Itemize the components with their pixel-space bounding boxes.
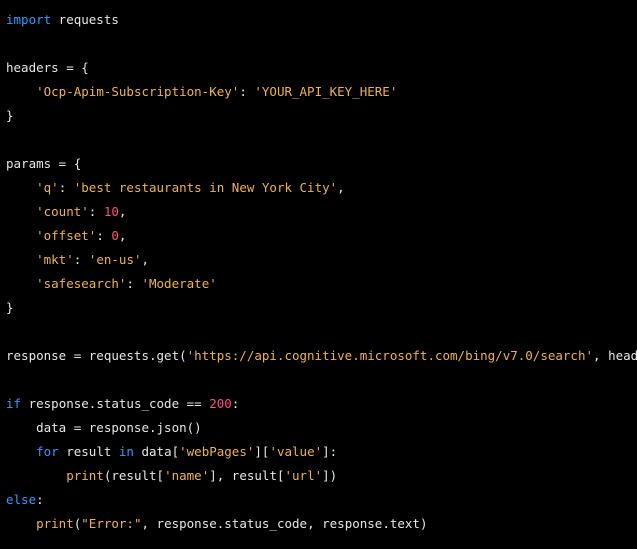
code-token-plain: (result[ xyxy=(103,468,165,483)
code-token-string: 'value' xyxy=(269,444,323,459)
code-line: } xyxy=(6,104,637,128)
code-token-plain: , xyxy=(141,252,150,267)
code-token-string: 'name' xyxy=(164,468,210,483)
code-line: for result in data['webPages']['value']: xyxy=(6,440,637,464)
code-token-plain: requests xyxy=(51,12,119,27)
code-token-string: "Error:" xyxy=(81,516,142,531)
code-token-plain: : xyxy=(58,180,74,195)
code-token-string: 'https://api.cognitive.microsoft.com/bin… xyxy=(186,348,594,363)
code-token-plain: : xyxy=(231,396,240,411)
code-token-plain: , xyxy=(118,228,127,243)
code-token-string: 'q' xyxy=(36,180,59,195)
code-line: import requests xyxy=(6,8,637,32)
code-token-plain: : xyxy=(88,204,104,219)
code-token-keyword: else xyxy=(6,492,37,507)
code-token-plain: : xyxy=(73,252,89,267)
code-line: else: xyxy=(6,488,637,512)
code-token-plain: , xyxy=(118,204,127,219)
code-token-string: 'mkt' xyxy=(36,252,74,267)
code-token-plain: result xyxy=(58,444,119,459)
code-token-string: 'count' xyxy=(36,204,89,219)
code-token-keyword: in xyxy=(118,444,134,459)
code-line: params = { xyxy=(6,152,637,176)
code-token-string: 'url' xyxy=(284,468,323,483)
code-token-plain: , response.status_code, response.text) xyxy=(141,516,428,531)
code-token-string: 'webPages' xyxy=(179,444,255,459)
code-token-number: 200 xyxy=(209,396,232,411)
code-line: response = requests.get('https://api.cog… xyxy=(6,344,637,368)
code-token-keyword: if xyxy=(6,396,22,411)
code-token-builtin: print xyxy=(36,516,74,531)
code-token-plain: params = { xyxy=(6,156,82,171)
code-token-plain: ]) xyxy=(322,468,338,483)
code-lines: import requests headers = { 'Ocp-Apim-Sub… xyxy=(6,8,637,536)
code-token-plain: , xyxy=(337,180,345,195)
code-line: headers = { xyxy=(6,56,637,80)
code-token-plain: response = requests.get( xyxy=(6,348,187,363)
code-token-plain: data = response.json() xyxy=(6,420,202,435)
code-line: print("Error:", response.status_code, re… xyxy=(6,512,637,536)
code-token-string: 'offset' xyxy=(36,228,97,243)
code-line: } xyxy=(6,296,637,320)
code-token-number: 0 xyxy=(111,228,119,243)
code-line: data = response.json() xyxy=(6,416,637,440)
code-token-plain: response.status_code == xyxy=(21,396,210,411)
code-line: 'q': 'best restaurants in New York City'… xyxy=(6,176,637,200)
code-editor[interactable]: import requests headers = { 'Ocp-Apim-Sub… xyxy=(0,0,637,549)
code-token-string: 'en-us' xyxy=(88,252,142,267)
code-line: 'mkt': 'en-us', xyxy=(6,248,637,272)
code-token-plain: : xyxy=(96,228,112,243)
code-line: print(result['name'], result['url']) xyxy=(6,464,637,488)
code-token-builtin: print xyxy=(66,468,104,483)
code-line: 'Ocp-Apim-Subscription-Key': 'YOUR_API_K… xyxy=(6,80,637,104)
code-token-plain: } xyxy=(6,300,14,315)
code-token-plain: ][ xyxy=(254,444,270,459)
code-token-plain: ]: xyxy=(322,444,338,459)
code-token-string: 'YOUR_API_KEY_HERE' xyxy=(254,84,398,99)
code-token-number: 10 xyxy=(103,204,119,219)
code-line: 'offset': 0, xyxy=(6,224,637,248)
code-token-keyword: for xyxy=(36,444,59,459)
code-token-plain: } xyxy=(6,108,14,123)
code-line: if response.status_code == 200: xyxy=(6,392,637,416)
code-line: 'count': 10, xyxy=(6,200,637,224)
code-line: 'safesearch': 'Moderate' xyxy=(6,272,637,296)
code-token-string: 'Moderate' xyxy=(141,276,217,291)
code-token-plain: headers = { xyxy=(6,60,89,75)
code-token-plain: ], result[ xyxy=(209,468,285,483)
code-token-plain: : xyxy=(126,276,142,291)
code-token-plain: : xyxy=(239,84,255,99)
code-token-plain: : xyxy=(36,492,44,507)
code-token-string: 'best restaurants in New York City' xyxy=(73,180,338,195)
code-token-keyword: import xyxy=(6,12,52,27)
code-token-string: 'safesearch' xyxy=(36,276,127,291)
code-token-plain: , headers=hea xyxy=(593,348,637,363)
code-token-string: 'Ocp-Apim-Subscription-Key' xyxy=(36,84,240,99)
code-token-plain: data[ xyxy=(133,444,180,459)
